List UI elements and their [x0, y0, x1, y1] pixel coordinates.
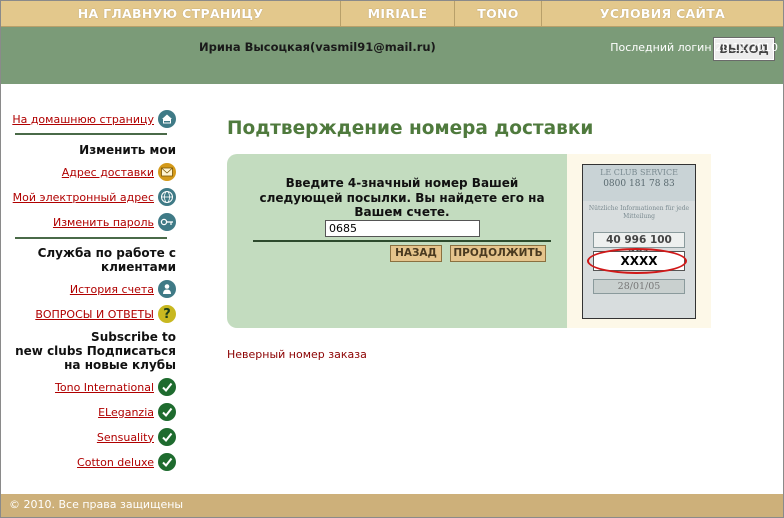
sidebar-club-label[interactable]: Cotton deluxe — [77, 456, 154, 469]
last-login: Последний логин 20.11.2010 — [610, 41, 778, 54]
page-frame: НА ГЛАВНУЮ СТРАНИЦУ MIRIALE TONO УСЛОВИЯ… — [0, 0, 784, 518]
sidebar-club-sensuality[interactable]: Sensuality — [97, 426, 176, 448]
error-message: Неверный номер заказа — [227, 348, 367, 361]
invoice-date: 28/01/05 — [593, 279, 685, 294]
check-icon[interactable] — [158, 403, 176, 421]
check-icon[interactable] — [158, 453, 176, 471]
instruction-text: Введите 4-значный номер Вашей следующей … — [259, 176, 545, 219]
invoice-info-line: Mitteilung — [623, 213, 655, 220]
nav-site-terms[interactable]: УСЛОВИЯ САЙТА — [542, 1, 783, 26]
envelope-icon[interactable] — [158, 163, 176, 181]
continue-button[interactable]: ПРОДОЛЖИТЬ — [450, 245, 546, 262]
top-navigation: НА ГЛАВНУЮ СТРАНИЦУ MIRIALE TONO УСЛОВИЯ… — [1, 1, 783, 27]
order-number-input[interactable]: 0685 — [325, 220, 480, 237]
page-title: Подтверждение номера доставки — [227, 118, 594, 139]
panel-divider — [253, 240, 551, 242]
sidebar-link-label[interactable]: История счета — [70, 283, 154, 296]
invoice-phone: 0800 181 78 83 — [603, 179, 675, 189]
back-button[interactable]: НАЗАД — [390, 245, 442, 262]
sidebar-link-label[interactable]: ВОПРОСЫ И ОТВЕТЫ — [35, 308, 154, 321]
globe-icon[interactable] — [158, 188, 176, 206]
header-band: ВЫХОД — [1, 27, 783, 84]
sidebar-club-cotton-deluxe[interactable]: Cotton deluxe — [77, 451, 176, 473]
nav-tono[interactable]: TONO — [455, 1, 542, 26]
sidebar-link-delivery-address[interactable]: Адрес доставки — [62, 161, 176, 183]
nav-home[interactable]: НА ГЛАВНУЮ СТРАНИЦУ — [1, 1, 341, 26]
home-icon[interactable] — [158, 110, 176, 128]
sidebar-club-eleganzia[interactable]: ELeganzia — [98, 401, 176, 423]
sidebar-link-faq[interactable]: ВОПРОСЫ И ОТВЕТЫ ? — [35, 303, 176, 325]
invoice-fine-print — [589, 297, 689, 311]
sidebar-club-label[interactable]: Sensuality — [97, 431, 154, 444]
sidebar-link-label[interactable]: На домашнюю страницу — [12, 113, 154, 126]
sidebar-link-email[interactable]: Мой электронный адрес — [13, 186, 176, 208]
person-icon[interactable] — [158, 280, 176, 298]
invoice-info-line: Nützliche Informationen für jede — [588, 205, 690, 212]
sidebar-heading-subscribe: Subscribe to new clubs Подписаться на но… — [15, 330, 176, 372]
sidebar-link-label[interactable]: Изменить пароль — [53, 216, 154, 229]
sidebar-link-home[interactable]: На домашнюю страницу — [12, 108, 176, 130]
user-name: Ирина Высоцкая(vasmil91@mail.ru) — [199, 40, 436, 54]
sidebar-divider — [15, 237, 167, 239]
invoice-club-service: LE CLUB SERVICE — [600, 168, 678, 177]
sidebar-club-label[interactable]: ELeganzia — [98, 406, 154, 419]
invoice-sample-image: LE CLUB SERVICE 0800 181 78 83 Nützliche… — [582, 164, 696, 319]
highlight-oval — [587, 248, 687, 274]
sidebar-club-label[interactable]: Tono International — [55, 381, 154, 394]
sidebar-club-tono-international[interactable]: Tono International — [55, 376, 176, 398]
check-icon[interactable] — [158, 428, 176, 446]
sidebar-divider — [15, 133, 167, 135]
question-icon[interactable]: ? — [158, 305, 176, 323]
sidebar-link-change-password[interactable]: Изменить пароль — [53, 211, 176, 233]
check-icon[interactable] — [158, 378, 176, 396]
footer: © 2010. Все права защищены — [1, 494, 783, 517]
nav-miriale[interactable]: MIRIALE — [341, 1, 455, 26]
invoice-customer-number: 40 996 100 201 — [593, 232, 685, 260]
copyright-text: © 2010. Все права защищены — [9, 498, 184, 511]
sidebar-heading-service: Служба по работе с клиентами — [37, 246, 176, 274]
key-icon[interactable] — [158, 213, 176, 231]
sidebar-link-label[interactable]: Адрес доставки — [62, 166, 154, 179]
sidebar-link-label[interactable]: Мой электронный адрес — [13, 191, 154, 204]
sidebar-heading-change: Изменить мои — [79, 143, 176, 157]
sidebar-link-account-history[interactable]: История счета — [70, 278, 176, 300]
